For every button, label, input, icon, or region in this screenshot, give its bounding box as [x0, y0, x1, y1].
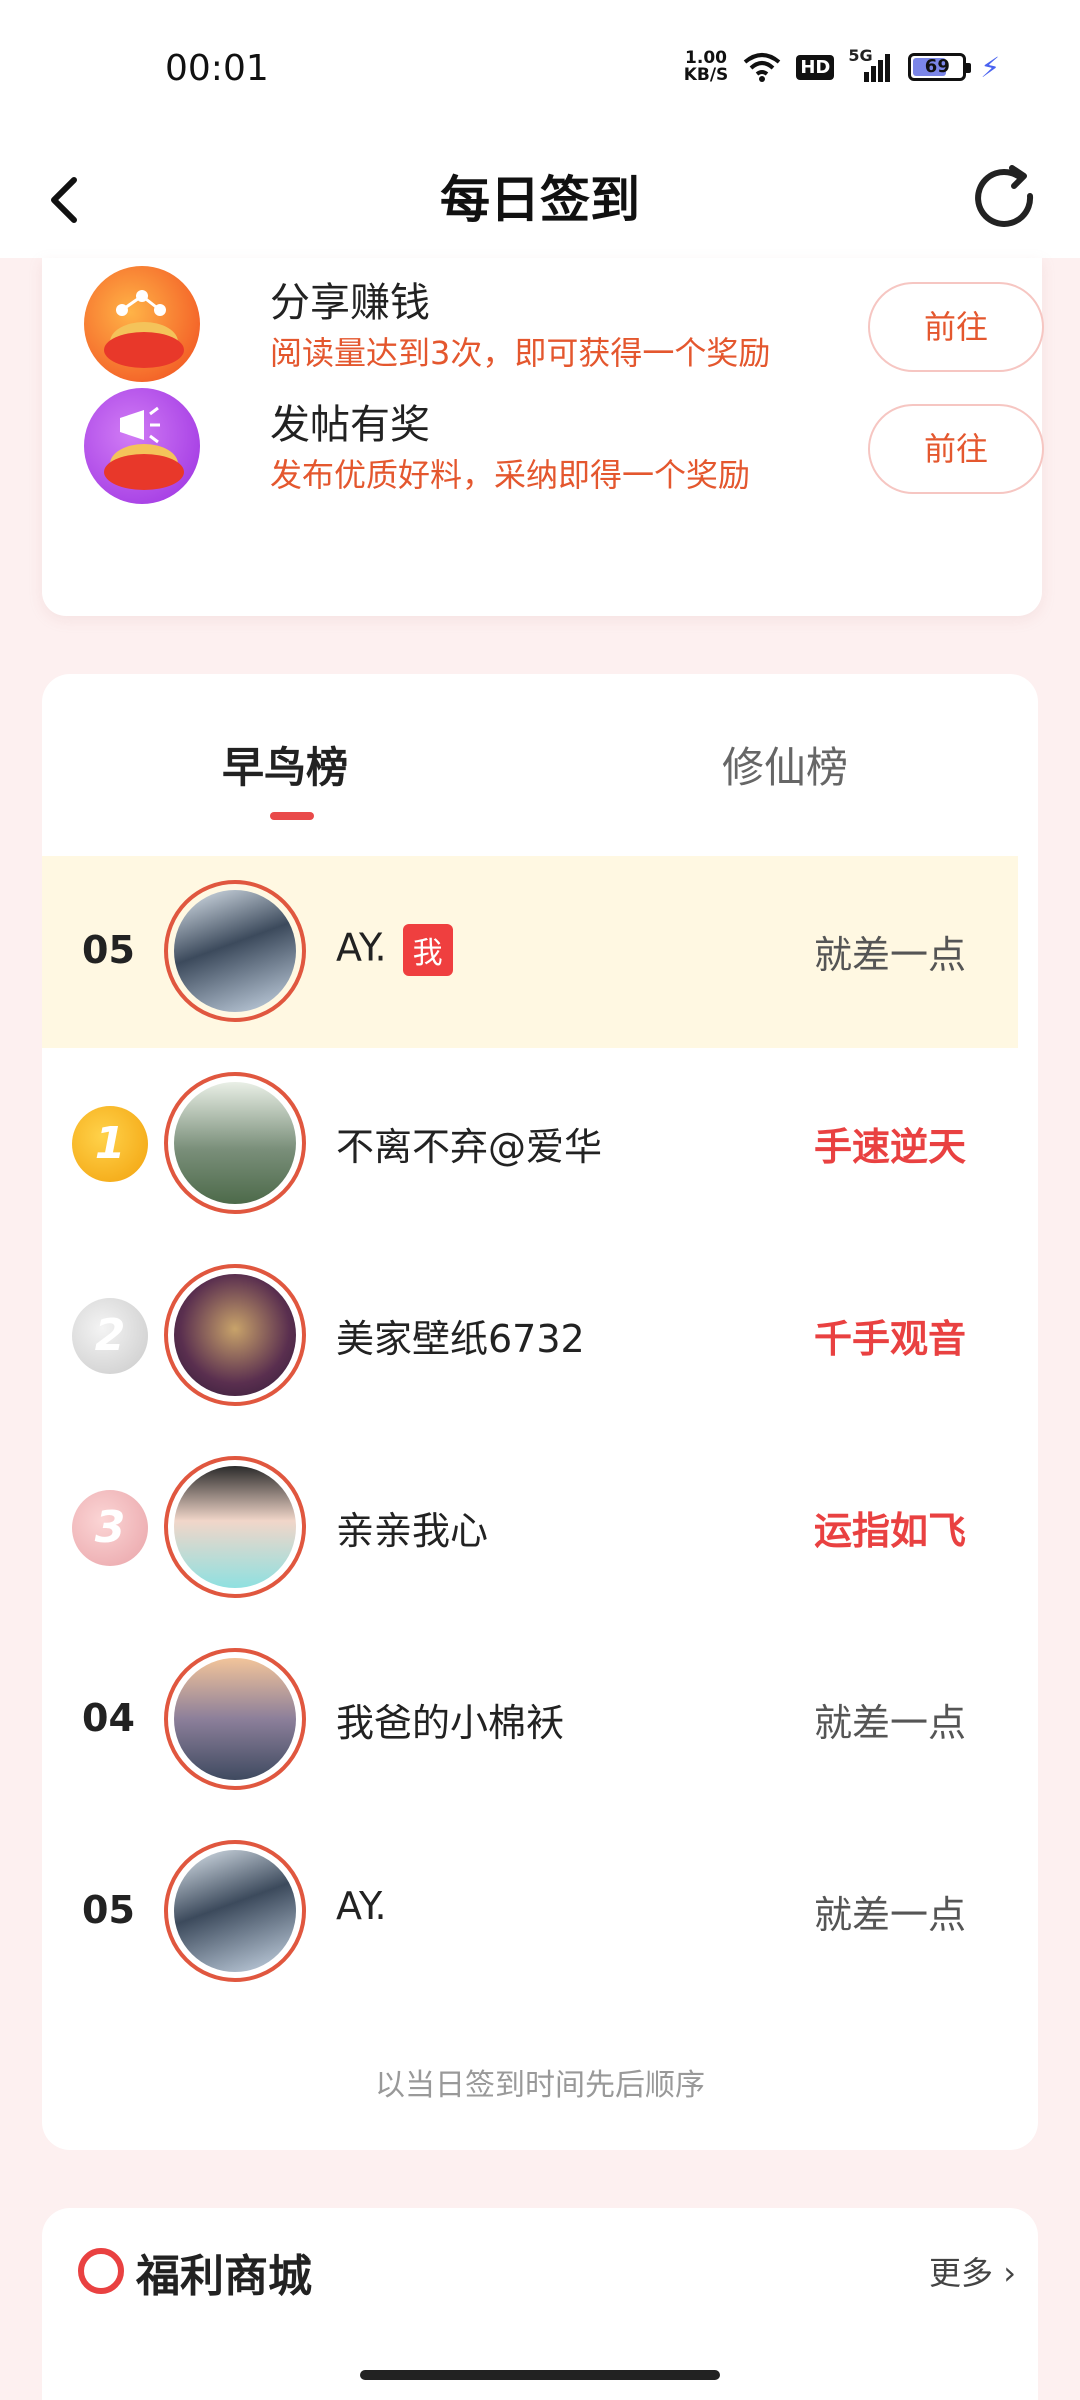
tab-early-bird[interactable]: 早鸟榜: [222, 734, 348, 795]
rank-status: 就差一点: [813, 1701, 966, 1745]
more-link[interactable]: 更多 ›: [929, 2248, 1016, 2294]
avatar[interactable]: [164, 1456, 306, 1598]
refresh-button[interactable]: [960, 154, 1050, 244]
rank-status: 就差一点: [813, 933, 966, 977]
rank-status: 运指如飞: [813, 1509, 966, 1553]
charging-icon: ⚡: [980, 50, 1000, 84]
battery-icon: 69: [908, 53, 972, 81]
task-title: 发帖有奖: [270, 402, 430, 448]
signal-icon: 5G: [848, 46, 894, 82]
ranking-note: 以当日签到时间先后顺序: [375, 2068, 705, 2103]
rank-status: 千手观音: [813, 1317, 966, 1361]
rank-row[interactable]: 1 不离不弃@爱华 手速逆天: [42, 1048, 1018, 1240]
hd-badge: HD: [796, 54, 835, 80]
wifi-icon: [744, 53, 781, 82]
task-desc: 阅读量达到3次，即可获得一个奖励: [270, 334, 771, 372]
rank-row[interactable]: 3 亲亲我心 运指如飞: [42, 1432, 1018, 1624]
status-bar: 00:01 1.00 KB/S HD 5G 69 ⚡: [0, 0, 1080, 140]
task-desc: 发布优质好料，采纳即得一个奖励: [270, 456, 751, 494]
avatar[interactable]: [164, 1840, 306, 1982]
user-name: 不离不弃@爱华: [336, 1125, 603, 1169]
avatar[interactable]: [164, 1648, 306, 1790]
header: 每日签到: [0, 140, 1080, 258]
home-indicator[interactable]: [360, 2370, 720, 2380]
rank-status: 就差一点: [813, 1893, 966, 1937]
task-title: 分享赚钱: [270, 280, 430, 326]
rank-status: 手速逆天: [813, 1125, 966, 1169]
rank-number: 04: [82, 1696, 135, 1740]
rank-number: 05: [82, 1888, 135, 1932]
net-speed: 1.00 KB/S: [683, 48, 729, 85]
circle-icon: [78, 2248, 124, 2294]
task-share: 分享赚钱 阅读量达到3次，即可获得一个奖励 前往: [84, 258, 1044, 388]
rank-row[interactable]: 2 美家壁纸6732 千手观音: [42, 1240, 1018, 1432]
user-name: AY. 我: [336, 924, 453, 976]
megaphone-coin-icon: [84, 388, 200, 504]
user-name: 亲亲我心: [336, 1509, 489, 1553]
share-coin-icon: [84, 266, 200, 382]
bronze-medal-icon: 3: [72, 1490, 148, 1566]
user-name: 我爸的小棉袄: [336, 1701, 565, 1745]
go-button-share[interactable]: 前往: [868, 282, 1044, 372]
tab-xiuxian[interactable]: 修仙榜: [722, 734, 848, 795]
mall-title: 福利商城: [136, 2251, 312, 2302]
status-time: 00:01: [165, 48, 269, 89]
avatar[interactable]: [164, 1264, 306, 1406]
rank-number: 05: [82, 928, 135, 972]
gold-medal-icon: 1: [72, 1106, 148, 1182]
status-icons: 1.00 KB/S HD 5G 69 ⚡: [683, 46, 1000, 85]
avatar[interactable]: [164, 1072, 306, 1214]
task-post: 发帖有奖 发布优质好料，采纳即得一个奖励 前往: [84, 380, 1044, 510]
me-badge: 我: [402, 924, 453, 976]
refresh-icon: [975, 165, 1034, 227]
my-rank-row[interactable]: 05 AY. 我 就差一点: [42, 856, 1018, 1048]
page-title: 每日签到: [440, 171, 640, 229]
rank-row[interactable]: 05 AY. 就差一点: [42, 1816, 1018, 2008]
task-card: 分享赚钱 阅读量达到3次，即可获得一个奖励 前往 发帖有奖 发布优质好料，采纳即…: [42, 258, 1044, 616]
user-name: 美家壁纸6732: [336, 1317, 585, 1361]
user-name: AY.: [336, 1884, 387, 1928]
chevron-right-icon: ›: [1003, 2254, 1016, 2292]
ranking-card: 早鸟榜 修仙榜 05 AY. 我 就差一点 1 不离不弃@爱华 手速逆天 2 美家…: [42, 674, 1038, 2150]
avatar[interactable]: [164, 880, 306, 1022]
go-button-post[interactable]: 前往: [868, 404, 1044, 494]
rank-row[interactable]: 04 我爸的小棉袄 就差一点: [42, 1624, 1018, 1816]
silver-medal-icon: 2: [72, 1298, 148, 1374]
tab-underline: [270, 812, 314, 820]
